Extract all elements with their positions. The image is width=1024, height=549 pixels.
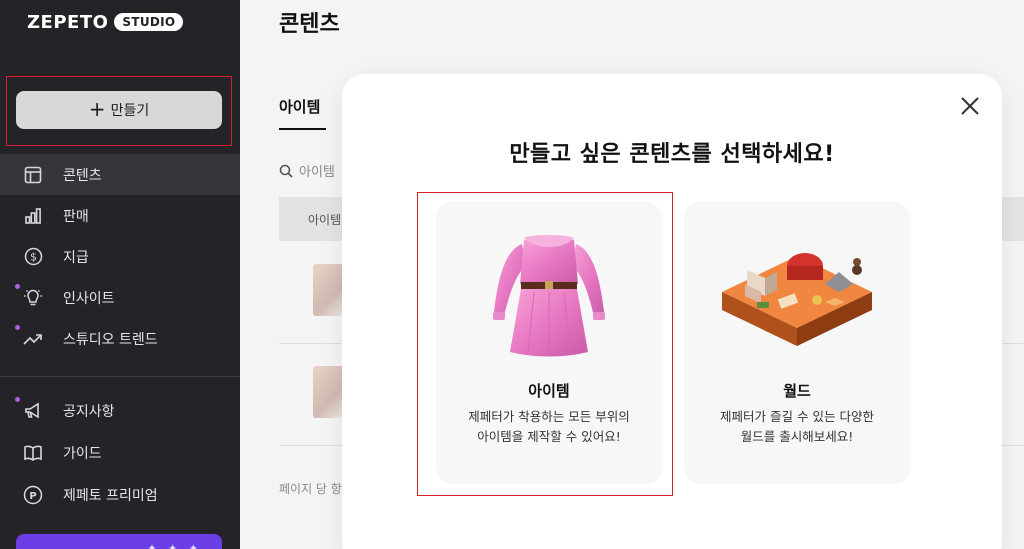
sidebar-item-label: 제페토 프리미엄 <box>63 487 158 504</box>
megaphone-icon <box>15 396 43 421</box>
notification-dot <box>15 283 20 289</box>
tab-item[interactable]: 아이템 <box>279 96 320 117</box>
logo-wordmark: ZEPETO <box>27 11 109 33</box>
svg-text:$: $ <box>30 251 37 264</box>
notification-dot <box>15 324 20 330</box>
sidebar-item-label: 스튜디오 트렌드 <box>63 331 158 348</box>
svg-text:P: P <box>29 491 36 502</box>
tab-active-indicator <box>279 128 326 130</box>
sidebar-item-label: 콘텐츠 <box>63 167 102 184</box>
layout-icon <box>23 165 43 185</box>
sidebar-divider <box>0 376 240 377</box>
search-input[interactable]: 아이템 <box>279 161 335 180</box>
per-page-label: 페이지 당 항 <box>279 482 342 496</box>
sidebar-item-sales[interactable]: 판매 <box>0 195 240 236</box>
trend-up-icon <box>15 324 43 349</box>
zepeto-studio-logo[interactable]: ZEPETO STUDIO <box>27 11 184 33</box>
world-card-desc-line: 월드를 출시해보세요! <box>740 429 854 444</box>
item-card-desc-line: 제페터가 착용하는 모든 부위의 <box>468 409 630 424</box>
sidebar-item-label: 지급 <box>63 249 89 266</box>
create-content-modal: 만들고 싶은 콘텐츠를 선택하세요! 아이템 제페터가 착용하는 모든 부위의 … <box>342 74 1002 549</box>
world-card-desc-line: 제페터가 즐길 수 있는 다양한 <box>720 409 874 424</box>
bar-chart-icon <box>23 206 43 226</box>
item-card-desc-line: 아이템을 제작할 수 있어요! <box>477 429 621 444</box>
item-card-title: 아이템 <box>528 382 570 400</box>
dollar-circle-icon: $ <box>23 247 43 267</box>
promo-button[interactable]: ✦ ✦ ✦ <box>16 534 222 549</box>
sparkle-icon: ✦ ✦ ✦ <box>147 542 202 549</box>
page-title: 콘텐츠 <box>279 12 340 37</box>
book-icon <box>23 443 43 463</box>
search-placeholder: 아이템 <box>299 165 335 180</box>
lightbulb-icon <box>15 283 43 308</box>
sidebar-item-guide[interactable]: 가이드 <box>0 432 240 473</box>
item-card[interactable]: 아이템 제페터가 착용하는 모든 부위의 아이템을 제작할 수 있어요! <box>436 202 662 484</box>
world-card[interactable]: 월드 제페터가 즐길 수 있는 다양한 월드를 출시해보세요! <box>684 202 910 484</box>
close-icon[interactable] <box>958 94 982 118</box>
plus-icon: + <box>88 97 106 121</box>
sidebar-item-label: 가이드 <box>63 445 102 462</box>
sidebar-item-notice[interactable]: 공지사항 <box>0 390 240 431</box>
table-header-item: 아이템 <box>308 213 342 227</box>
world-card-title: 월드 <box>783 382 811 400</box>
premium-p-icon: P <box>23 485 43 505</box>
logo-badge: STUDIO <box>114 13 184 31</box>
pink-dress-illustration <box>436 226 662 366</box>
sidebar-item-contents[interactable]: 콘텐츠 <box>0 154 240 195</box>
world-card-description: 제페터가 즐길 수 있는 다양한 월드를 출시해보세요! <box>684 407 910 447</box>
sidebar-item-label: 공지사항 <box>63 403 115 420</box>
create-button[interactable]: + 만들기 <box>16 91 222 129</box>
sidebar-item-payout[interactable]: $ 지급 <box>0 236 240 277</box>
sidebar-item-premium[interactable]: P 제페토 프리미엄 <box>0 474 240 515</box>
sidebar: ZEPETO STUDIO + 만들기 콘텐츠 판매 $ 지급 인사이트 스튜디… <box>0 0 240 549</box>
modal-title: 만들고 싶은 콘텐츠를 선택하세요! <box>509 142 835 167</box>
sidebar-item-label: 인사이트 <box>63 290 115 307</box>
notification-dot <box>15 396 20 402</box>
sidebar-item-insight[interactable]: 인사이트 <box>0 277 240 318</box>
search-icon <box>279 164 293 178</box>
item-card-description: 제페터가 착용하는 모든 부위의 아이템을 제작할 수 있어요! <box>436 407 662 447</box>
create-button-label: 만들기 <box>110 103 150 119</box>
sidebar-item-studio-trend[interactable]: 스튜디오 트렌드 <box>0 318 240 359</box>
sidebar-item-label: 판매 <box>63 208 89 225</box>
isometric-world-illustration <box>684 226 910 366</box>
